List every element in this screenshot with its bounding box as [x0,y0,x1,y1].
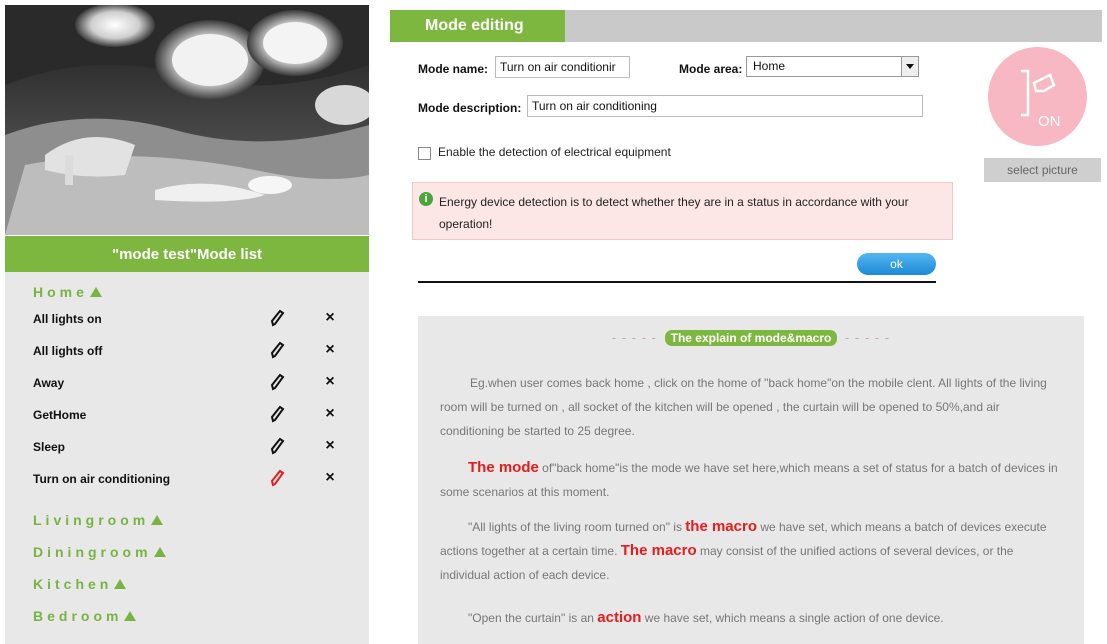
pencil-icon[interactable] [269,405,285,423]
mode-name: Turn on air conditioning [33,472,171,486]
title-dashes-right: - - - - - [844,330,891,345]
explain-title: - - - - - The explain of mode&macro - - … [418,330,1084,346]
explain-box: - - - - - The explain of mode&macro - - … [418,316,1084,644]
mode-name-label: Mode name: [418,62,489,76]
group-label: Kitchen [33,576,113,592]
explain-title-text: The explain of mode&macro [664,330,838,346]
explain-paragraph-1: Eg.when user comes back home , click on … [440,376,1047,438]
mode-name-input[interactable]: Turn on air conditionir [495,56,630,78]
switch-picture-icon: ON [1021,69,1061,130]
mode-description-input[interactable]: Turn on air conditioning [527,95,923,117]
close-icon[interactable]: × [323,468,337,488]
explain-paragraph-2: The mode of"back home"is the mode we hav… [440,456,1065,504]
mode-list-panel: Home All lights on × All lights off × Aw… [5,272,369,644]
mode-area-select[interactable]: Home [746,56,919,77]
close-icon[interactable]: × [323,340,337,360]
highlight-the-macro: the macro [685,518,757,535]
group-label: Livingroom [33,512,150,528]
pencil-icon[interactable] [269,373,285,391]
list-item[interactable]: Sleep × [33,434,353,460]
paragraph-4-text-a: "Open the curtain" is an [468,611,598,625]
pencil-icon[interactable] [269,309,285,327]
group-kitchen[interactable]: Kitchen [33,576,127,592]
mode-name: All lights on [33,312,102,326]
mode-picture[interactable]: ON [988,47,1087,146]
picture-on-label: ON [1038,113,1061,130]
mode-area-label: Mode area: [679,62,743,76]
group-diningroom[interactable]: Diningroom [33,544,166,560]
list-item[interactable]: All lights on × [33,306,353,332]
close-icon[interactable]: × [323,436,337,456]
tab-mode-editing[interactable]: Mode editing [390,10,565,42]
group-bedroom[interactable]: Bedroom [33,608,137,624]
mode-description-label: Mode description: [418,101,522,115]
mode-name: All lights off [33,344,103,358]
highlight-action: action [597,609,642,626]
paragraph-4-text-b: we have set, which means a single action… [641,611,944,625]
group-home[interactable]: Home [33,284,102,300]
explain-paragraph-3: "All lights of the living room turned on… [440,515,1065,587]
explain-paragraph-4: "Open the curtain" is an action we have … [440,606,1065,630]
info-icon: i [419,192,433,206]
ok-button[interactable]: ok [857,253,936,275]
chevron-down-icon[interactable] [901,57,918,76]
mode-name: Sleep [33,440,66,454]
list-item[interactable]: Away × [33,370,353,396]
notice-text: Energy device detection is to detect whe… [439,195,909,231]
title-dashes-left: - - - - - [611,330,658,345]
group-label: Bedroom [33,608,123,624]
divider [418,281,936,283]
hero-image [5,5,369,235]
close-icon[interactable]: × [323,404,337,424]
list-item[interactable]: Turn on air conditioning × [33,466,353,492]
chevron-up-icon [153,547,166,557]
pencil-icon[interactable] [269,437,285,455]
detection-checkbox[interactable] [418,147,431,160]
highlight-the-macro-2: The macro [620,542,697,559]
group-label: Home [33,284,88,300]
group-livingroom[interactable]: Livingroom [33,512,164,528]
list-item[interactable]: All lights off × [33,338,353,364]
group-label: Diningroom [33,544,152,560]
mode-list-header: "mode test"Mode list [5,236,369,272]
chevron-up-icon [89,287,102,297]
list-item[interactable]: GetHome × [33,402,353,428]
close-icon[interactable]: × [323,308,337,328]
chevron-up-icon [114,579,127,589]
notice-box: i Energy device detection is to detect w… [412,182,953,240]
pencil-icon[interactable] [269,469,285,487]
chevron-up-icon [151,515,164,525]
tab-bar: Mode editing [390,10,1102,42]
pencil-icon[interactable] [269,341,285,359]
close-icon[interactable]: × [323,372,337,392]
mode-area-value: Home [753,59,786,73]
mode-name: GetHome [33,408,87,422]
detection-checkbox-label: Enable the detection of electrical equip… [438,145,671,159]
page: "mode test"Mode list Home All lights on … [0,0,1107,644]
mode-name: Away [33,376,65,390]
highlight-the-mode: The mode [468,459,539,476]
paragraph-3-text-a: "All lights of the living room turned on… [468,520,686,534]
chevron-up-icon [124,611,137,621]
select-picture-button[interactable]: select picture [984,158,1101,182]
